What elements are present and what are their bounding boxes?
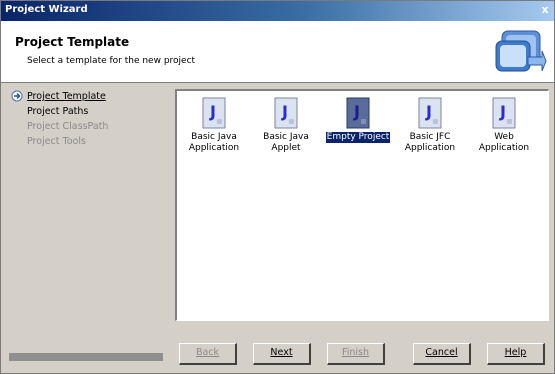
help-button[interactable]: Help: [487, 343, 545, 365]
template-label: Basic Java: [263, 132, 309, 142]
steps-divider: [9, 353, 163, 361]
window-title: Project Wizard: [5, 4, 88, 15]
project-wizard-logo-icon: [495, 30, 547, 72]
step-project-template[interactable]: Project Template: [27, 91, 106, 102]
project-wizard-dialog: Project Wizard x Project Template Select…: [0, 0, 555, 374]
svg-text:J: J: [425, 102, 432, 121]
svg-text:J: J: [281, 102, 288, 121]
template-web-application[interactable]: J Web Application: [471, 97, 537, 154]
current-step-arrow-icon: [11, 90, 23, 102]
step-project-tools: Project Tools: [27, 136, 86, 147]
cancel-button[interactable]: Cancel: [413, 343, 471, 365]
wizard-header: Project Template Select a template for t…: [1, 21, 554, 83]
template-label-line2: Application: [404, 143, 456, 153]
template-basic-java-application[interactable]: J Basic Java Application: [181, 97, 247, 154]
svg-text:J: J: [499, 102, 506, 121]
finish-button[interactable]: Finish: [327, 343, 385, 365]
java-file-icon: J: [274, 97, 298, 129]
close-icon[interactable]: x: [538, 4, 552, 17]
template-label-line2: Applet: [271, 143, 301, 153]
java-file-icon: J: [418, 97, 442, 129]
java-file-icon: J: [202, 97, 226, 129]
step-project-paths[interactable]: Project Paths: [27, 106, 88, 117]
next-button[interactable]: Next: [253, 343, 311, 365]
template-empty-project[interactable]: J Empty Project: [325, 97, 391, 143]
template-label: Web: [494, 132, 514, 142]
template-label: Basic Java: [191, 132, 237, 142]
template-basic-jfc-application[interactable]: J Basic JFC Application: [397, 97, 463, 154]
page-title: Project Template: [15, 35, 130, 49]
template-label: Basic JFC: [409, 132, 451, 142]
svg-text:J: J: [209, 102, 216, 121]
template-basic-java-applet[interactable]: J Basic Java Applet: [253, 97, 319, 154]
wizard-steps-panel: Project Template Project Paths Project C…: [9, 89, 164, 359]
template-label-line2: Application: [478, 143, 530, 153]
title-bar[interactable]: Project Wizard x: [1, 1, 554, 21]
page-subtitle: Select a template for the new project: [27, 56, 196, 66]
step-project-classpath: Project ClassPath: [27, 121, 109, 132]
java-file-icon: J: [346, 97, 370, 129]
template-label-line2: Application: [188, 143, 240, 153]
template-label: Empty Project: [325, 132, 391, 143]
back-button[interactable]: Back: [179, 343, 237, 365]
java-file-icon: J: [492, 97, 516, 129]
template-list[interactable]: J Basic Java Application J Basic Java Ap…: [175, 89, 549, 321]
svg-text:J: J: [353, 102, 360, 121]
